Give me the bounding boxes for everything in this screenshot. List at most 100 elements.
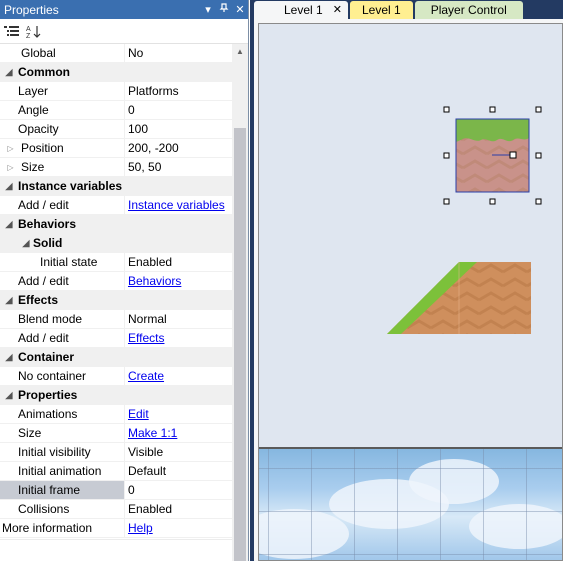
category-common[interactable]: ◢ Common [0, 63, 232, 82]
prop-name: Initial frame [18, 483, 81, 497]
prop-name: Global [21, 46, 56, 60]
category-solid[interactable]: ◢ Solid [0, 234, 232, 253]
property-grid: Global No ◢ Common Layer Platforms Angle … [0, 44, 232, 538]
edit-animations-link[interactable]: Edit [128, 407, 149, 421]
prop-value[interactable]: No [125, 44, 232, 62]
prop-value[interactable]: Enabled [125, 253, 232, 271]
instance-variables-link[interactable]: Instance variables [128, 198, 225, 212]
prop-name: Angle [18, 103, 49, 117]
prop-row-initial-state[interactable]: Initial state Enabled [0, 253, 232, 272]
prop-row-initial-visibility[interactable]: Initial visibility Visible [0, 443, 232, 462]
close-panel-icon[interactable]: ✕ [232, 3, 248, 16]
prop-value[interactable]: Platforms [125, 82, 232, 100]
collapse-icon[interactable]: ◢ [0, 295, 18, 306]
svg-text:A: A [26, 26, 31, 33]
prop-row-size-make[interactable]: Size Make 1:1 [0, 424, 232, 443]
tab-label: Level 1 [284, 3, 323, 17]
prop-row-angle[interactable]: Angle 0 [0, 101, 232, 120]
effects-link[interactable]: Effects [128, 331, 164, 345]
prop-row-effects-add[interactable]: Add / edit Effects [0, 329, 232, 348]
prop-name: Initial state [40, 255, 98, 269]
category-instance-variables[interactable]: ◢ Instance variables [0, 177, 232, 196]
collapse-icon[interactable]: ◢ [19, 238, 33, 249]
properties-scrollbar[interactable]: ▲ [232, 44, 248, 561]
categorized-icon[interactable] [3, 23, 20, 40]
prop-name: Position [21, 141, 64, 155]
prop-value[interactable]: Enabled [125, 500, 232, 518]
help-link[interactable]: Help [128, 521, 153, 535]
prop-row-global[interactable]: Global No [0, 44, 232, 63]
tab-level-1-events[interactable]: Level 1 [350, 1, 413, 19]
make-1-1-link[interactable]: Make 1:1 [128, 426, 177, 440]
prop-row-layer[interactable]: Layer Platforms [0, 82, 232, 101]
prop-row-instvars-add[interactable]: Add / edit Instance variables [0, 196, 232, 215]
prop-name: Add / edit [18, 198, 69, 212]
prop-name: More information [2, 521, 93, 535]
scroll-up-icon[interactable]: ▲ [232, 44, 248, 60]
prop-row-position[interactable]: ▷ Position 200, -200 [0, 139, 232, 158]
sort-alpha-icon[interactable]: AZ [25, 23, 42, 40]
collapse-icon[interactable]: ◢ [0, 67, 18, 78]
category-label: Solid [33, 236, 63, 250]
layout-view [254, 19, 563, 561]
prop-name: Animations [18, 407, 78, 421]
collapse-icon[interactable]: ◢ [0, 181, 18, 192]
prop-row-behaviors-add[interactable]: Add / edit Behaviors [0, 272, 232, 291]
prop-name: Size [21, 160, 45, 174]
tab-level-1-active[interactable]: Level 1 ✕ [254, 1, 348, 19]
properties-titlebar: Properties ▾ ✕ [0, 0, 248, 19]
category-behaviors[interactable]: ◢ Behaviors [0, 215, 232, 234]
properties-panel: Properties ▾ ✕ AZ Global No ◢ Common Laye… [0, 0, 249, 561]
layout-canvas[interactable] [258, 23, 563, 561]
prop-row-blend-mode[interactable]: Blend mode Normal [0, 310, 232, 329]
prop-row-more-information[interactable]: More information Help [0, 519, 232, 538]
prop-name: Initial animation [18, 464, 102, 478]
category-container[interactable]: ◢ Container [0, 348, 232, 367]
create-container-link[interactable]: Create [128, 369, 164, 383]
category-label: Container [18, 350, 75, 364]
prop-name: No container [18, 369, 87, 383]
prop-value[interactable]: 200, -200 [125, 139, 232, 157]
scrollbar-thumb[interactable] [234, 128, 246, 561]
category-label: Behaviors [18, 217, 77, 231]
category-label: Instance variables [18, 179, 123, 193]
prop-row-opacity[interactable]: Opacity 100 [0, 120, 232, 139]
category-properties[interactable]: ◢ Properties [0, 386, 232, 405]
panel-menu-icon[interactable]: ▾ [200, 3, 216, 16]
expand-icon[interactable]: ▷ [0, 144, 21, 153]
prop-name: Add / edit [18, 331, 69, 345]
prop-row-animations[interactable]: Animations Edit [0, 405, 232, 424]
slope-tile-sprite[interactable] [383, 262, 531, 338]
tab-player-control[interactable]: Player Control [414, 1, 523, 19]
prop-value[interactable]: 100 [125, 120, 232, 138]
document-tabs: Level 1 ✕ Level 1 Player Control [250, 0, 563, 19]
prop-name: Opacity [18, 122, 59, 136]
category-effects[interactable]: ◢ Effects [0, 291, 232, 310]
prop-row-collisions[interactable]: Collisions Enabled [0, 500, 232, 519]
tab-label: Player Control [430, 3, 507, 17]
prop-name: Layer [18, 84, 49, 98]
pin-icon[interactable] [216, 3, 232, 16]
behaviors-link[interactable]: Behaviors [128, 274, 181, 288]
expand-icon[interactable]: ▷ [0, 163, 21, 172]
collapse-icon[interactable]: ◢ [0, 352, 18, 363]
prop-name: Size [18, 426, 42, 440]
prop-name: Collisions [18, 502, 70, 516]
prop-value[interactable]: Default [125, 462, 232, 480]
prop-row-no-container[interactable]: No container Create [0, 367, 232, 386]
prop-row-size[interactable]: ▷ Size 50, 50 [0, 158, 232, 177]
collapse-icon[interactable]: ◢ [0, 219, 18, 230]
selected-tile-sprite[interactable] [439, 102, 545, 208]
category-label: Effects [18, 293, 59, 307]
collapse-icon[interactable]: ◢ [0, 390, 18, 401]
prop-value[interactable]: Visible [125, 443, 232, 461]
prop-name: Initial visibility [18, 445, 91, 459]
prop-value[interactable]: 0 [125, 481, 232, 499]
prop-row-initial-frame[interactable]: Initial frame 0 [0, 481, 232, 500]
prop-row-initial-animation[interactable]: Initial animation Default [0, 462, 232, 481]
prop-value[interactable]: Normal [125, 310, 232, 328]
category-label: Common [18, 65, 70, 79]
close-tab-icon[interactable]: ✕ [333, 3, 342, 16]
prop-value[interactable]: 0 [125, 101, 232, 119]
prop-value[interactable]: 50, 50 [125, 158, 232, 176]
